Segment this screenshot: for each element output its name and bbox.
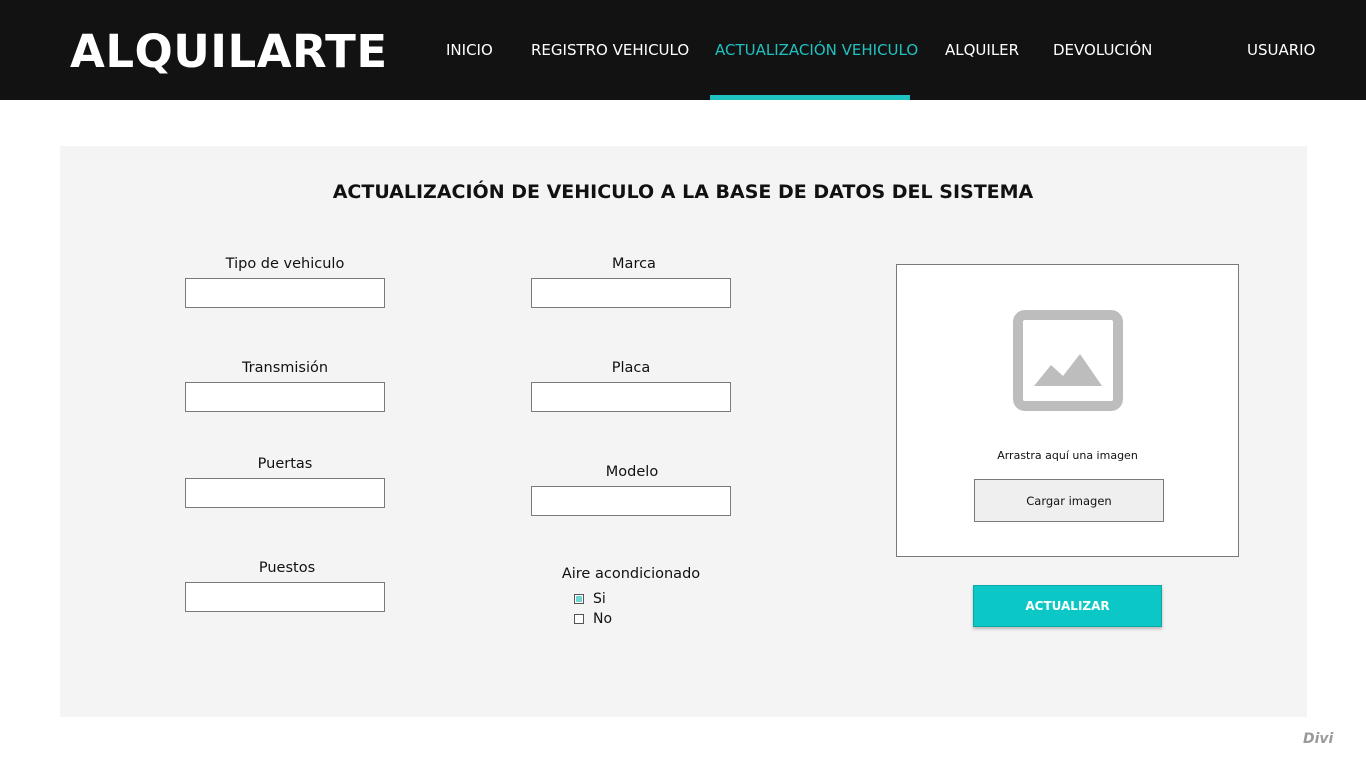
image-placeholder-icon bbox=[1013, 310, 1123, 411]
marca-label: Marca bbox=[612, 256, 656, 272]
top-navigation-bar: ALQUILARTE INICIO REGISTRO VEHICULO ACTU… bbox=[0, 0, 1366, 100]
nav-inicio[interactable]: INICIO bbox=[446, 40, 493, 60]
upload-image-button[interactable]: Cargar imagen bbox=[974, 479, 1164, 522]
aire-option-no[interactable]: No bbox=[574, 610, 612, 628]
aire-no-checkbox[interactable] bbox=[574, 614, 584, 624]
tipo-vehiculo-select[interactable] bbox=[185, 278, 385, 308]
nav-alquiler[interactable]: ALQUILER bbox=[945, 40, 1019, 60]
form-title: ACTUALIZACIÓN DE VEHICULO A LA BASE DE D… bbox=[332, 181, 1034, 203]
modelo-input[interactable] bbox=[531, 486, 731, 516]
puestos-label: Puestos bbox=[258, 560, 316, 576]
transmision-label: Transmisión bbox=[241, 360, 329, 376]
puertas-select[interactable] bbox=[185, 478, 385, 508]
nav-devolucion[interactable]: DEVOLUCIÓN bbox=[1053, 40, 1152, 60]
app-logo[interactable]: ALQUILARTE bbox=[70, 24, 388, 80]
aire-acondicionado-label: Aire acondicionado bbox=[561, 566, 701, 582]
puestos-select[interactable] bbox=[185, 582, 385, 612]
aire-si-label: Si bbox=[593, 591, 606, 607]
nav-registro-vehiculo[interactable]: REGISTRO VEHICULO bbox=[531, 40, 689, 60]
nav-usuario[interactable]: USUARIO bbox=[1247, 40, 1315, 60]
placa-input[interactable] bbox=[531, 382, 731, 412]
divi-watermark: Divi bbox=[1303, 731, 1334, 747]
active-nav-indicator bbox=[710, 95, 910, 100]
image-dropzone[interactable]: Arrastra aquí una imagen Cargar imagen bbox=[896, 264, 1239, 557]
modelo-label: Modelo bbox=[605, 464, 659, 480]
dropzone-hint: Arrastra aquí una imagen bbox=[997, 449, 1138, 462]
aire-option-si[interactable]: Si bbox=[574, 590, 606, 608]
actualizar-button[interactable]: ACTUALIZAR bbox=[973, 585, 1162, 627]
marca-input[interactable] bbox=[531, 278, 731, 308]
placa-label: Placa bbox=[611, 360, 651, 376]
aire-no-label: No bbox=[593, 611, 613, 627]
tipo-vehiculo-label: Tipo de vehiculo bbox=[225, 256, 345, 272]
aire-si-checkbox[interactable] bbox=[574, 594, 584, 604]
nav-actualizacion-vehiculo[interactable]: ACTUALIZACIÓN VEHICULO bbox=[715, 40, 918, 60]
transmision-select[interactable] bbox=[185, 382, 385, 412]
puertas-label: Puertas bbox=[257, 456, 313, 472]
